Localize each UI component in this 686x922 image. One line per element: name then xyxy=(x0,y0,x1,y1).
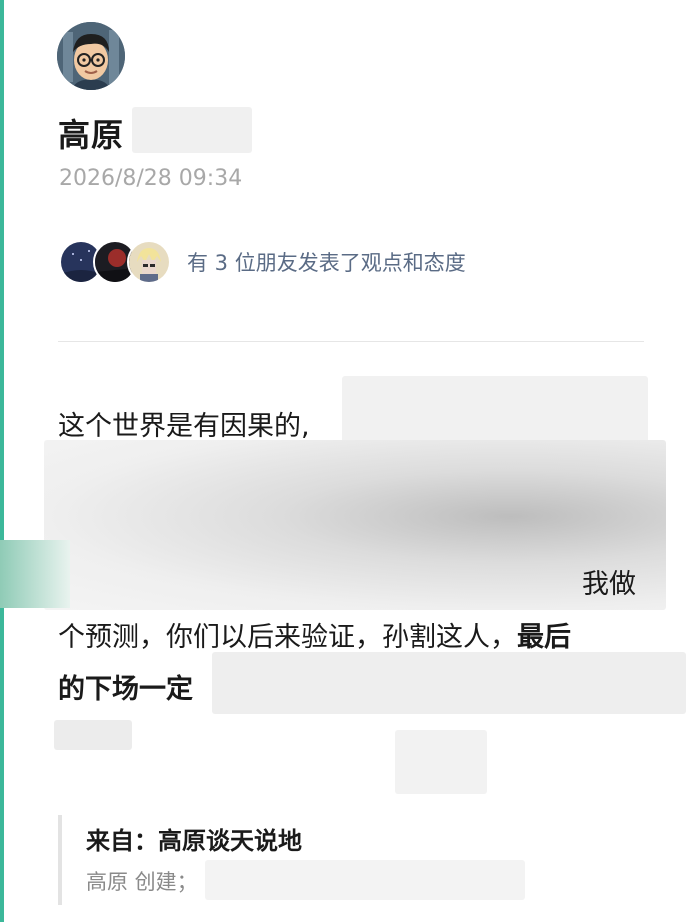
cartoon-character-avatar-icon xyxy=(129,242,169,282)
redacted-name-suffix xyxy=(132,107,252,153)
redacted-content-4 xyxy=(54,720,132,750)
post-line-1: 这个世界是有因果的, xyxy=(58,411,310,442)
redacted-content-1 xyxy=(342,376,648,446)
post-line-4: 的下场一定 xyxy=(58,674,193,705)
post-timestamp: 2026/8/28 09:34 xyxy=(59,166,243,191)
divider xyxy=(58,341,644,342)
redacted-content-3 xyxy=(212,652,686,714)
friend-avatar-3 xyxy=(127,240,171,284)
post-line-3-regular: 个预测，你们以后来验证，孙割这人， xyxy=(58,622,517,653)
author-name[interactable]: 高原 xyxy=(58,110,124,156)
post-line-3: 个预测，你们以后来验证，孙割这人，最后 xyxy=(58,615,571,654)
left-accent-bar xyxy=(0,0,4,922)
redacted-creator-suffix xyxy=(205,860,525,900)
post-line-2-tail: 我做 xyxy=(582,569,636,600)
friends-reaction-text[interactable]: 有 3 位朋友发表了观点和态度 xyxy=(187,247,466,277)
source-label[interactable]: 来自：高原谈天说地 xyxy=(86,821,646,856)
author-avatar[interactable] xyxy=(57,22,125,90)
redacted-content-2 xyxy=(44,440,666,610)
green-fade-overlay xyxy=(0,540,70,608)
redacted-content-5 xyxy=(395,730,487,794)
cartoon-man-glasses-icon xyxy=(57,22,125,90)
friends-reactions[interactable]: 有 3 位朋友发表了观点和态度 xyxy=(59,240,466,284)
post-line-3-bold: 最后 xyxy=(517,622,571,653)
